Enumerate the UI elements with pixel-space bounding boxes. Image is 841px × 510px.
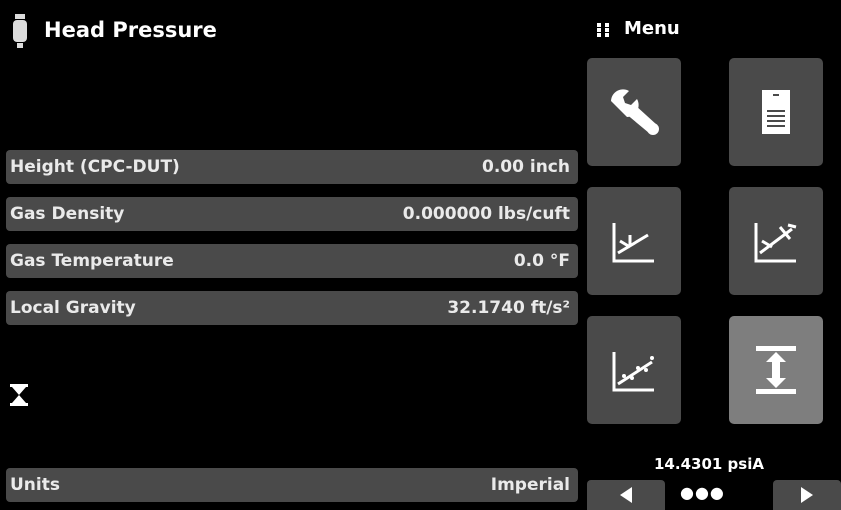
local-gravity-row[interactable]: Local Gravity 32.1740 ft/s² [6, 291, 578, 325]
sensor-icon [13, 14, 27, 48]
gas-temperature-value: 0.0 °F [513, 251, 570, 271]
page-indicator: ●●● [680, 483, 725, 502]
height-label: Height (CPC-DUT) [10, 157, 180, 177]
gas-temperature-row[interactable]: Gas Temperature 0.0 °F [6, 244, 578, 278]
gas-temperature-label: Gas Temperature [10, 251, 174, 271]
hourglass-icon [10, 384, 28, 406]
menu-label: Menu [624, 18, 680, 39]
height-value: 0.00 inch [482, 157, 570, 177]
linearization-graph-icon [612, 352, 654, 392]
calibration-tile[interactable] [587, 316, 681, 424]
height-row[interactable]: Height (CPC-DUT) 0.00 inch [6, 150, 578, 184]
gas-density-label: Gas Density [10, 204, 125, 224]
title-bar: Head Pressure [0, 0, 580, 58]
arrow-left-icon [620, 487, 632, 503]
head-pressure-tile[interactable] [729, 316, 823, 424]
span-graph-icon [754, 223, 797, 263]
arrow-right-icon [801, 487, 813, 503]
pressure-readout: 14.4301 psiA [654, 455, 764, 473]
head-pressure-icon [756, 346, 796, 394]
settings-tile[interactable] [587, 58, 681, 166]
wrench-icon [611, 89, 659, 135]
zero-graph-icon [612, 223, 654, 263]
zero-tile[interactable] [587, 187, 681, 295]
span-tile[interactable] [729, 187, 823, 295]
page-title: Head Pressure [44, 18, 217, 42]
local-gravity-value: 32.1740 ft/s² [447, 298, 570, 318]
gas-density-value: 0.000000 lbs/cuft [402, 204, 570, 224]
next-page-button[interactable] [773, 480, 841, 510]
gas-density-row[interactable]: Gas Density 0.000000 lbs/cuft [6, 197, 578, 231]
units-row[interactable]: Units Imperial [6, 468, 578, 502]
units-label: Units [10, 475, 60, 495]
info-tile[interactable] [729, 58, 823, 166]
units-value: Imperial [490, 475, 570, 495]
local-gravity-label: Local Gravity [10, 298, 136, 318]
prev-page-button[interactable] [587, 480, 665, 510]
grip-icon [597, 23, 609, 37]
document-icon [762, 90, 790, 134]
